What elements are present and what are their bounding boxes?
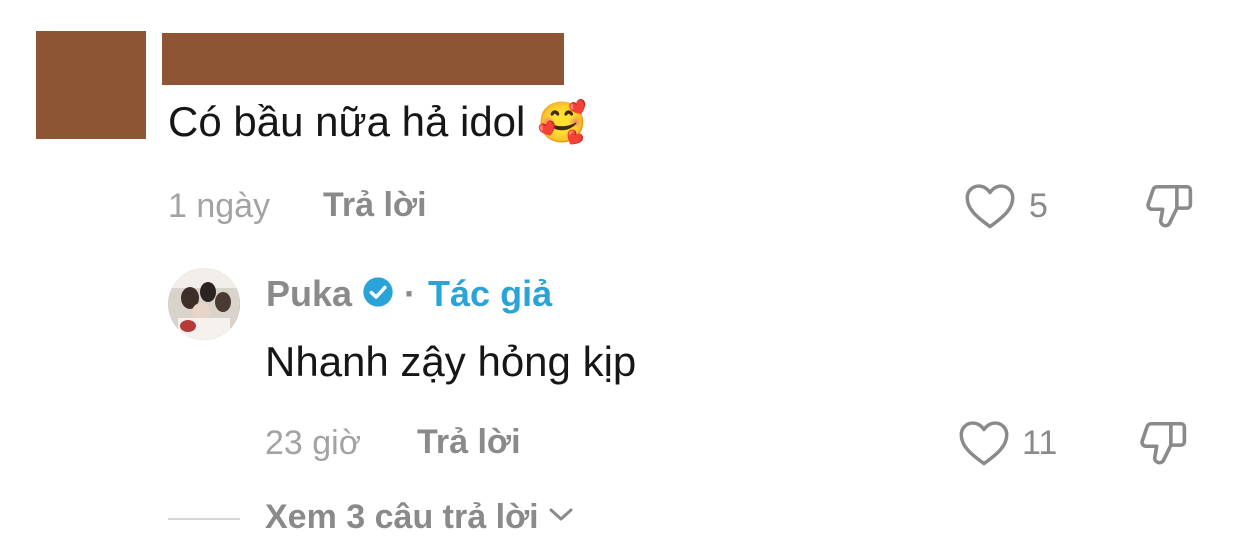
heart-icon: [964, 182, 1016, 230]
view-more-replies-button[interactable]: Xem 3 câu trả lời: [265, 498, 575, 537]
reply-text: Nhanh zậy hỏng kịp: [265, 338, 637, 385]
avatar-photo-icon: [168, 268, 240, 340]
dislike-icon: [1136, 417, 1190, 471]
replies-divider: [168, 518, 240, 520]
reply-author-name[interactable]: Puka: [266, 273, 352, 315]
dislike-icon: [1142, 180, 1196, 234]
reply-reply-button[interactable]: Trả lời: [417, 423, 521, 462]
comment-text-row: Có bầu nữa hả idol 🥰: [168, 98, 587, 146]
commenter-name-redacted[interactable]: [162, 33, 564, 85]
chevron-down-icon: [547, 505, 575, 530]
author-separator: ·: [404, 273, 417, 314]
heart-icon: [958, 419, 1010, 467]
reply-like-button[interactable]: [958, 419, 1010, 467]
comment-text: Có bầu nữa hả idol: [168, 98, 526, 145]
comment-timestamp: 1 ngày: [168, 187, 271, 225]
reply-dislike-button[interactable]: [1136, 417, 1190, 471]
view-more-replies-label: Xem 3 câu trả lời: [265, 498, 539, 536]
reply-author-row: Puka · Tác giả: [266, 273, 552, 315]
commenter-avatar-redacted[interactable]: [36, 31, 146, 139]
smiling-hearts-emoji: 🥰: [537, 101, 587, 145]
reply-timestamp: 23 giờ: [265, 424, 362, 462]
author-avatar[interactable]: [168, 268, 240, 340]
author-tag: Tác giả: [428, 273, 553, 314]
comment-like-button[interactable]: [964, 182, 1016, 230]
verified-badge-icon: [362, 276, 394, 313]
reply-like-count: 11: [1022, 424, 1058, 462]
comment-like-count: 5: [1029, 187, 1048, 225]
comment-dislike-button[interactable]: [1142, 180, 1196, 234]
comment-reply-button[interactable]: Trả lời: [323, 186, 427, 225]
